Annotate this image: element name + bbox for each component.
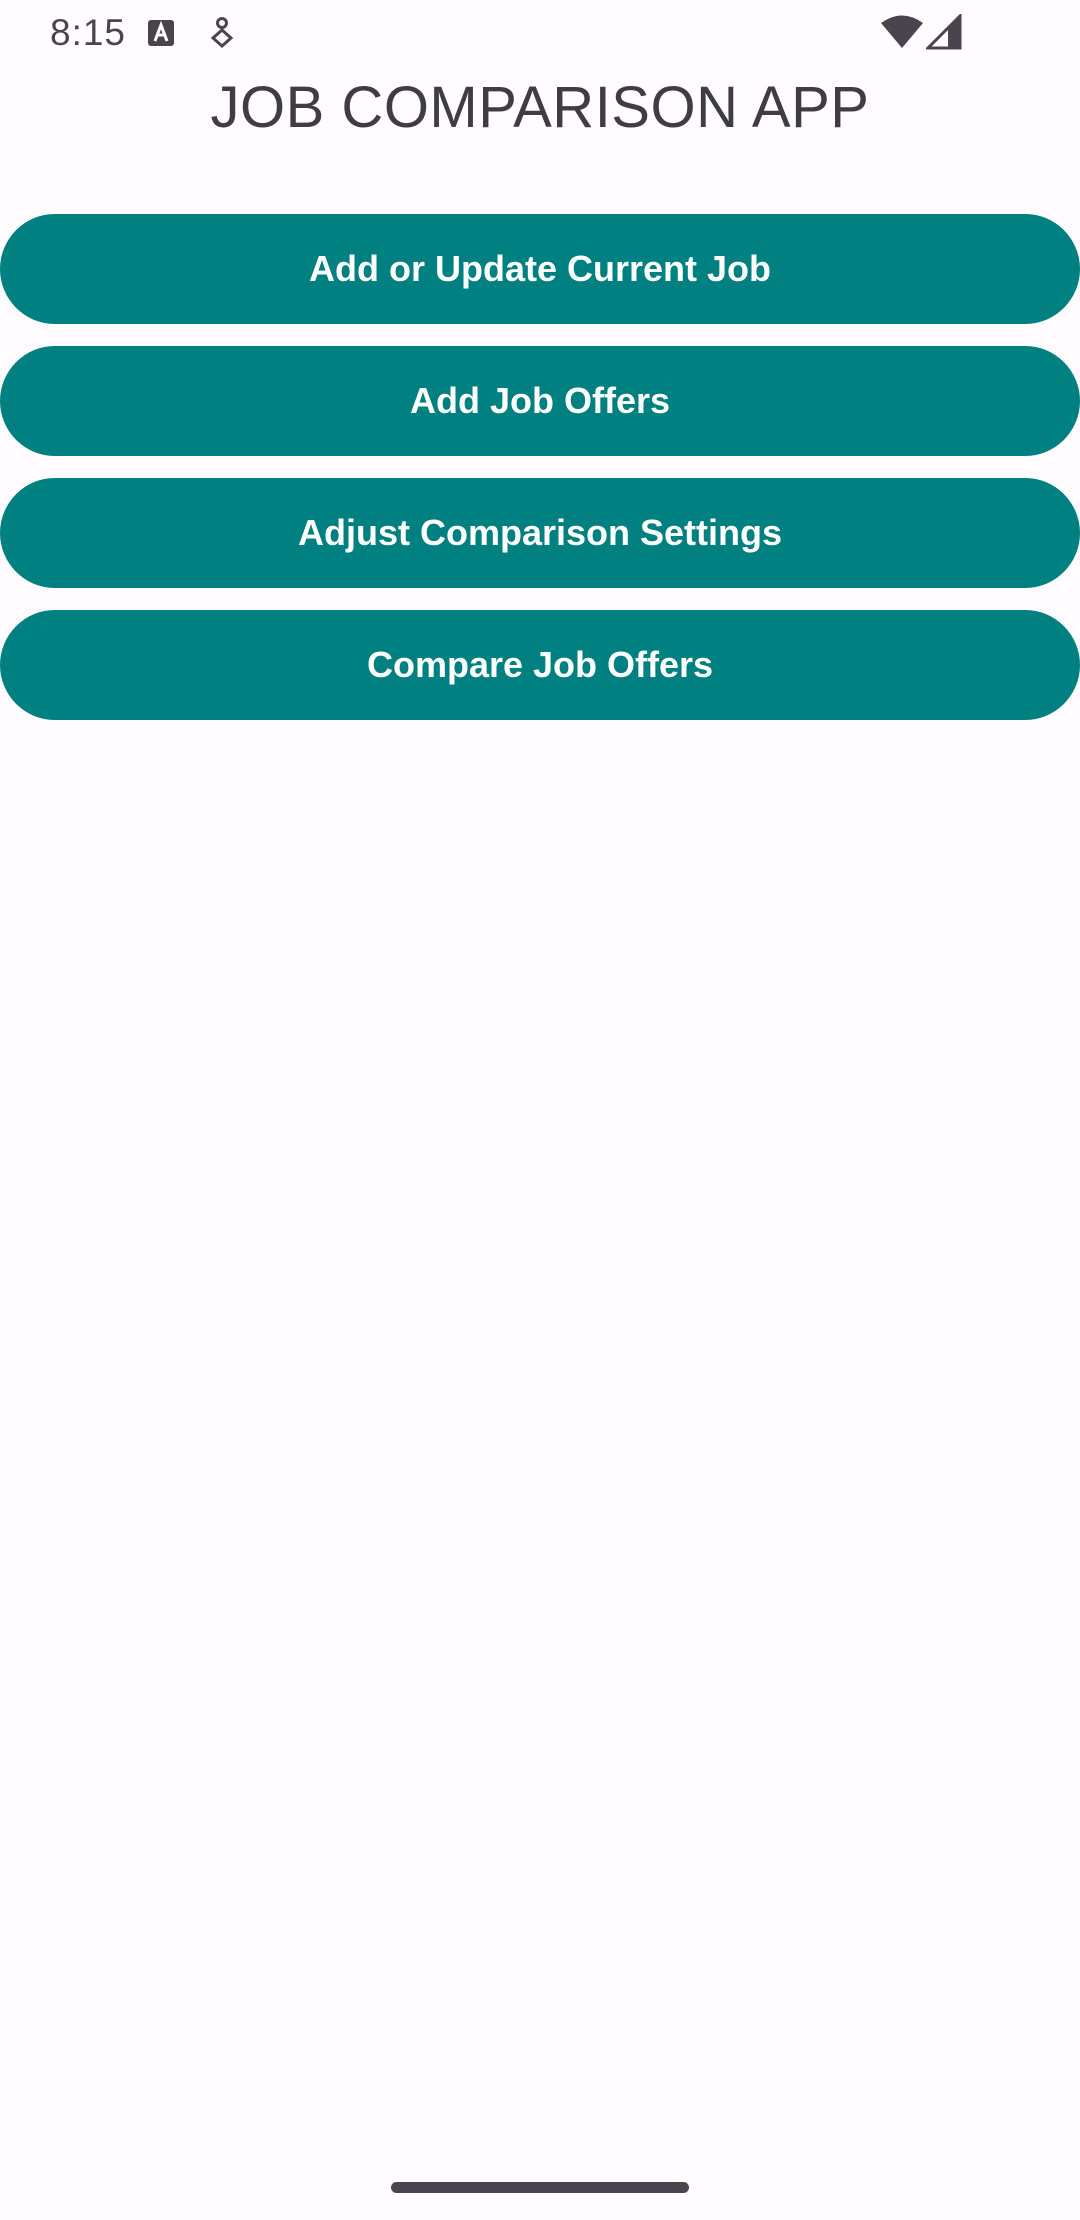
main-menu: Add or Update Current Job Add Job Offers… bbox=[0, 214, 1080, 742]
text-notification-icon bbox=[148, 20, 174, 46]
app-title: JOB COMPARISON APP bbox=[210, 75, 870, 140]
cell-signal-icon bbox=[926, 14, 962, 50]
location-assist-icon bbox=[210, 17, 234, 49]
add-job-offers-button[interactable]: Add Job Offers bbox=[0, 346, 1080, 456]
status-bar: 8:15 bbox=[0, 0, 1080, 66]
wifi-icon bbox=[881, 15, 923, 48]
status-time: 8:15 bbox=[50, 12, 127, 53]
add-or-update-current-job-button[interactable]: Add or Update Current Job bbox=[0, 214, 1080, 324]
compare-job-offers-button[interactable]: Compare Job Offers bbox=[0, 610, 1080, 720]
gesture-nav-handle[interactable] bbox=[391, 2182, 689, 2193]
adjust-comparison-settings-button[interactable]: Adjust Comparison Settings bbox=[0, 478, 1080, 588]
